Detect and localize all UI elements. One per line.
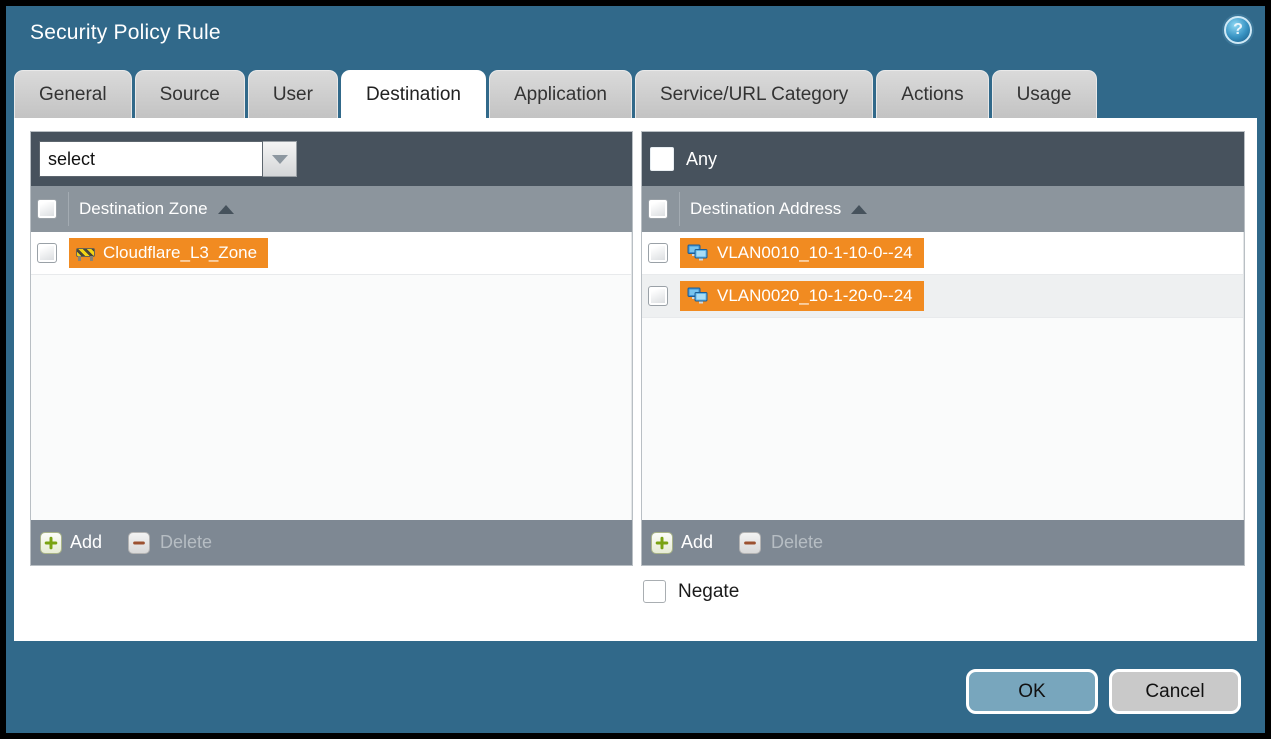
delete-icon[interactable] [128, 532, 150, 554]
negate-control: Negate [643, 580, 739, 603]
zone-select-input[interactable] [39, 141, 263, 177]
network-address-icon [687, 287, 709, 305]
security-policy-rule-dialog: Security Policy Rule ? General Source Us… [6, 6, 1265, 733]
zone-icon [76, 246, 95, 261]
address-row-checkbox[interactable] [648, 286, 668, 306]
tab-source[interactable]: Source [135, 70, 245, 118]
table-row[interactable]: Cloudflare_L3_Zone [31, 232, 631, 275]
zone-select-all-checkbox[interactable] [37, 199, 57, 219]
tab-user[interactable]: User [248, 70, 338, 118]
destination-address-panel: Any Destination Address [641, 131, 1245, 566]
address-entry[interactable]: VLAN0010_10-1-10-0--24 [680, 238, 924, 268]
add-icon[interactable] [40, 532, 62, 554]
address-any-bar: Any [642, 132, 1244, 186]
tab-general[interactable]: General [14, 70, 132, 118]
address-row-checkbox[interactable] [648, 243, 668, 263]
zone-toolbar: Add Delete [31, 520, 632, 565]
destination-tab-content: Destination Zone Cloudflare_L3_Zone [14, 118, 1257, 641]
address-delete-button[interactable]: Delete [771, 532, 823, 553]
zone-row-checkbox[interactable] [37, 243, 57, 263]
table-row[interactable]: VLAN0020_10-1-20-0--24 [642, 275, 1243, 318]
any-checkbox[interactable] [650, 147, 674, 171]
address-select-all-checkbox[interactable] [648, 199, 668, 219]
zone-column-header: Destination Zone [31, 186, 632, 232]
zone-rows: Cloudflare_L3_Zone [31, 232, 632, 520]
add-icon[interactable] [651, 532, 673, 554]
tab-bar: General Source User Destination Applicat… [14, 70, 1097, 118]
ok-button[interactable]: OK [966, 669, 1098, 714]
address-entry-label: VLAN0010_10-1-10-0--24 [717, 243, 913, 263]
address-rows: VLAN0010_10-1-10-0--24 [642, 232, 1244, 520]
chevron-down-icon [272, 155, 288, 164]
delete-icon[interactable] [739, 532, 761, 554]
zone-add-button[interactable]: Add [70, 532, 102, 553]
address-add-button[interactable]: Add [681, 532, 713, 553]
help-glyph: ? [1233, 21, 1243, 39]
network-address-icon [687, 244, 709, 262]
zone-delete-button[interactable]: Delete [160, 532, 212, 553]
dialog-title: Security Policy Rule [30, 21, 221, 45]
address-column-header: Destination Address [642, 186, 1244, 232]
address-toolbar: Add Delete [642, 520, 1244, 565]
address-entry-label: VLAN0020_10-1-20-0--24 [717, 286, 913, 306]
tab-destination[interactable]: Destination [341, 70, 486, 118]
tab-application[interactable]: Application [489, 70, 632, 118]
help-icon[interactable]: ? [1224, 16, 1252, 44]
address-column-title: Destination Address [690, 199, 841, 219]
cancel-button[interactable]: Cancel [1109, 669, 1241, 714]
tab-actions[interactable]: Actions [876, 70, 988, 118]
tab-service-url-category[interactable]: Service/URL Category [635, 70, 873, 118]
tab-usage[interactable]: Usage [992, 70, 1097, 118]
zone-select-bar [31, 132, 632, 186]
zone-entry[interactable]: Cloudflare_L3_Zone [69, 238, 268, 268]
destination-zone-panel: Destination Zone Cloudflare_L3_Zone [30, 131, 633, 566]
address-entry[interactable]: VLAN0020_10-1-20-0--24 [680, 281, 924, 311]
zone-select-dropdown-button[interactable] [263, 141, 297, 177]
any-label: Any [686, 149, 717, 170]
negate-label: Negate [678, 581, 739, 603]
zone-column-title: Destination Zone [79, 199, 208, 219]
sort-ascending-icon[interactable] [851, 205, 867, 214]
zone-entry-label: Cloudflare_L3_Zone [103, 243, 257, 263]
table-row[interactable]: VLAN0010_10-1-10-0--24 [642, 232, 1243, 275]
negate-checkbox[interactable] [643, 580, 666, 603]
sort-ascending-icon[interactable] [218, 205, 234, 214]
